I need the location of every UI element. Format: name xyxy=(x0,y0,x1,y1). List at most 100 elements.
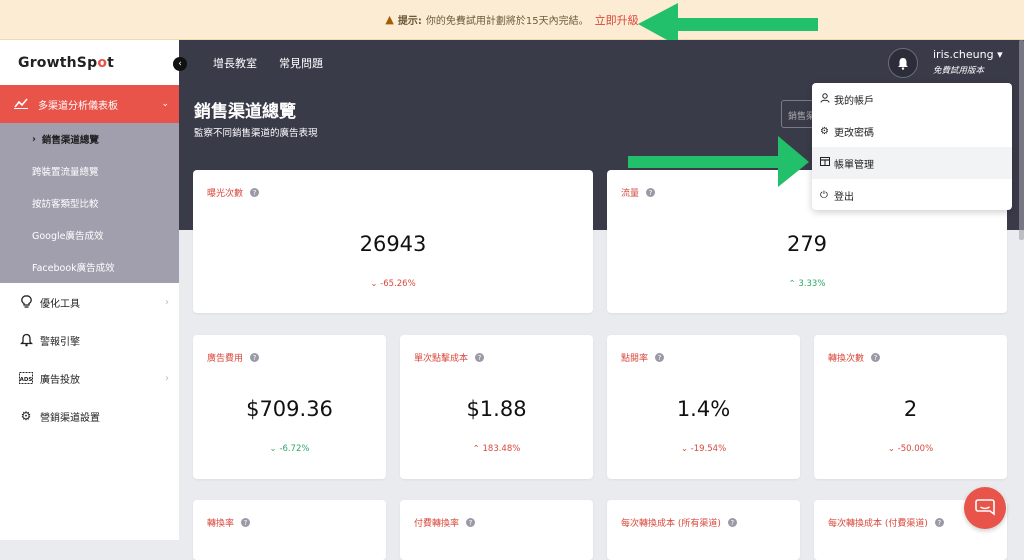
brand-text: GrowthSp xyxy=(18,54,98,71)
help-icon[interactable]: ? xyxy=(241,518,251,527)
chevron-right-icon: › xyxy=(32,133,36,145)
sidebar-item-ads[interactable]: ADS 廣告投放 › xyxy=(0,359,179,397)
menu-item-label: 登出 xyxy=(834,191,854,203)
metric-label: 點閱率 xyxy=(621,354,649,364)
menu-item-my-account[interactable]: 我的帳戶 xyxy=(812,83,1012,115)
sidebar-item-optimization[interactable]: 優化工具 › xyxy=(0,283,179,321)
metric-value: 2 xyxy=(903,397,918,421)
trial-notice-banner: ▲ 提示: 你的免費試用計劃將於15天內完結。 立即升級 xyxy=(0,0,1024,40)
sidebar-item-label: 營銷渠道設置 xyxy=(40,412,100,424)
sidebar-subnav: › 銷售渠道總覽 跨裝置流量總覽 按訪客類型比較 Google廣告成效 Face… xyxy=(0,123,179,283)
metric-label: 轉換率 xyxy=(207,519,235,529)
gear-icon: ⚙ xyxy=(820,125,829,137)
chevron-down-icon: ⌄ xyxy=(887,444,898,454)
metric-change-value: 183.48% xyxy=(482,444,521,454)
menu-item-change-password[interactable]: ⚙ 更改密碼 xyxy=(812,115,1012,147)
metric-label: 轉換次數 xyxy=(828,354,865,364)
chevron-right-icon: › xyxy=(165,296,169,308)
menu-item-billing[interactable]: 帳單管理 xyxy=(812,147,1012,179)
metric-change-value: -50.00% xyxy=(897,444,934,454)
sidebar: GrowthSp o t 多渠道分析儀表板 ⌄ › 銷售渠道總覽 跨裝置流量總覽 按… xyxy=(0,40,179,540)
chevron-up-icon: ⌃ xyxy=(788,279,799,289)
metric-change: ⌃ 3.33% xyxy=(607,279,1007,289)
metric-card-paid-conversion-rate: 付費轉換率? xyxy=(400,500,593,560)
notice-message: 你的免費試用計劃將於15天內完結。 xyxy=(425,16,589,27)
help-icon[interactable]: ? xyxy=(646,188,656,197)
metric-change-value: -19.54% xyxy=(690,444,727,454)
sidebar-item-channel-settings[interactable]: ⚙ 營銷渠道設置 xyxy=(0,397,179,435)
metric-change-value: -65.26% xyxy=(380,279,416,289)
metric-value: 26943 xyxy=(359,232,427,256)
metric-card-ctr: 點閱率? 1.4% ⌄ -19.54% xyxy=(607,335,800,479)
help-icon[interactable]: ? xyxy=(250,353,260,362)
sidebar-item-dashboard[interactable]: 多渠道分析儀表板 ⌄ xyxy=(0,85,179,123)
caret-down-icon: ▾ xyxy=(997,48,1003,61)
notification-bell-icon[interactable] xyxy=(888,48,918,78)
chevron-down-icon: ⌄ xyxy=(161,99,169,109)
upgrade-link[interactable]: 立即升級 xyxy=(595,12,639,28)
nav-link-growth-class[interactable]: 增長教室 xyxy=(213,55,257,71)
metric-change: ⌄ -50.00% xyxy=(814,444,1007,454)
subnav-item-cross-device[interactable]: 跨裝置流量總覽 xyxy=(0,155,179,187)
metric-card-cost-per-conversion-all: 每次轉換成本 (所有渠道)? xyxy=(607,500,800,560)
subnav-item-visitor-type[interactable]: 按訪客類型比較 xyxy=(0,187,179,219)
chevron-down-icon: ⌄ xyxy=(269,444,280,454)
metric-label: 每次轉換成本 (所有渠道) xyxy=(621,519,721,529)
page-title: 銷售渠道總覽 xyxy=(194,102,296,122)
sidebar-collapse-button[interactable]: ‹ xyxy=(173,57,187,71)
chevron-down-icon: ⌄ xyxy=(370,279,381,289)
metric-change-value: 3.33% xyxy=(798,279,826,289)
power-icon: ⏻ xyxy=(820,189,828,201)
help-icon[interactable]: ? xyxy=(466,518,476,527)
sidebar-item-alerts[interactable]: 警報引擎 xyxy=(0,321,179,359)
metric-value: $1.88 xyxy=(466,397,527,421)
subnav-item-facebook-ads[interactable]: Facebook廣告成效 xyxy=(0,251,179,283)
nav-link-faq[interactable]: 常見問題 xyxy=(279,55,323,71)
svg-text:ADS: ADS xyxy=(20,377,33,383)
help-icon[interactable]: ? xyxy=(475,353,485,362)
page-scrollbar[interactable] xyxy=(1019,40,1024,240)
subnav-label: 銷售渠道總覽 xyxy=(41,135,99,146)
sidebar-item-label: 廣告投放 xyxy=(40,374,80,386)
metric-card-impressions: 曝光次數? 26943 ⌄ -65.26% xyxy=(193,170,593,313)
help-icon[interactable]: ? xyxy=(655,353,665,362)
brand-logo[interactable]: GrowthSp o t xyxy=(0,40,179,85)
help-icon[interactable]: ? xyxy=(934,518,944,527)
metric-label: 廣告費用 xyxy=(207,354,244,364)
top-navbar: 增長教室 常見問題 iris.cheung ▾ 免費試用版本 xyxy=(179,40,1024,85)
brand-dot: o xyxy=(97,54,108,71)
chevron-right-icon: › xyxy=(165,372,169,384)
chat-icon xyxy=(975,499,995,516)
metric-label: 曝光次數 xyxy=(207,189,244,199)
brand-text-end: t xyxy=(107,54,115,71)
user-menu-toggle[interactable]: iris.cheung ▾ 免費試用版本 xyxy=(933,48,1003,76)
bell-icon xyxy=(16,333,36,347)
help-icon[interactable]: ? xyxy=(727,518,737,527)
chat-launcher-button[interactable] xyxy=(964,487,1006,529)
menu-item-label: 我的帳戶 xyxy=(834,95,874,107)
metric-label: 單次點擊成本 xyxy=(414,354,469,364)
sidebar-item-label: 多渠道分析儀表板 xyxy=(38,100,118,112)
metric-card-conversions: 轉換次數? 2 ⌄ -50.00% xyxy=(814,335,1007,479)
metric-change: ⌃ 183.48% xyxy=(400,444,593,454)
username: iris.cheung xyxy=(933,48,994,61)
lightbulb-icon xyxy=(16,295,36,309)
plan-label: 免費試用版本 xyxy=(933,66,985,76)
metric-change: ⌄ -6.72% xyxy=(193,444,386,454)
chevron-up-icon: ⌃ xyxy=(472,444,483,454)
annotation-arrow-billing xyxy=(628,136,809,187)
metric-change-value: -6.72% xyxy=(279,444,310,454)
ads-icon: ADS xyxy=(16,372,36,384)
metric-card-cpc: 單次點擊成本? $1.88 ⌃ 183.48% xyxy=(400,335,593,479)
page-subtitle: 監察不同銷售渠道的廣告表現 xyxy=(194,128,318,139)
subnav-item-google-ads[interactable]: Google廣告成效 xyxy=(0,219,179,251)
menu-item-label: 更改密碼 xyxy=(834,127,874,139)
subnav-item-sales-overview[interactable]: › 銷售渠道總覽 xyxy=(0,123,179,155)
metric-change: ⌄ -19.54% xyxy=(607,444,800,454)
help-icon[interactable]: ? xyxy=(250,188,260,197)
menu-item-logout[interactable]: ⏻ 登出 xyxy=(812,179,1012,211)
metric-card-ad-spend: 廣告費用? $709.36 ⌄ -6.72% xyxy=(193,335,386,479)
sidebar-item-label: 優化工具 xyxy=(40,298,80,310)
chart-icon xyxy=(14,97,32,112)
help-icon[interactable]: ? xyxy=(871,353,881,362)
